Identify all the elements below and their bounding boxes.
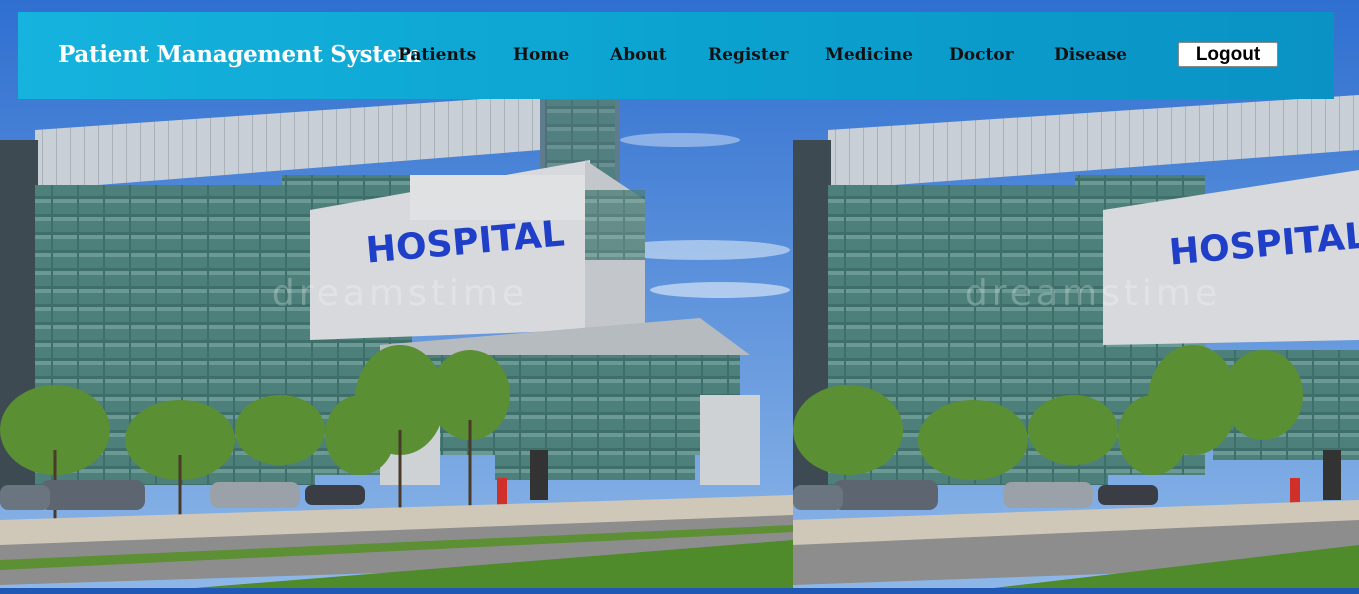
- top-navbar: Patient Management System Patients Home …: [18, 12, 1334, 99]
- nav-disease[interactable]: Disease: [1054, 45, 1127, 65]
- logout-button[interactable]: Logout: [1178, 42, 1278, 67]
- nav-medicine[interactable]: Medicine: [825, 45, 913, 65]
- watermark-right: dreamstime: [965, 273, 1221, 314]
- nav-patients[interactable]: Patients: [398, 45, 476, 65]
- nav-doctor[interactable]: Doctor: [949, 45, 1014, 65]
- brand-title: Patient Management System: [58, 41, 421, 68]
- nav-about[interactable]: About: [610, 45, 667, 65]
- page-bottom-edge: [0, 588, 1359, 594]
- nav-home[interactable]: Home: [513, 45, 569, 65]
- watermark-left: dreamstime: [272, 273, 528, 314]
- nav-register[interactable]: Register: [708, 45, 788, 65]
